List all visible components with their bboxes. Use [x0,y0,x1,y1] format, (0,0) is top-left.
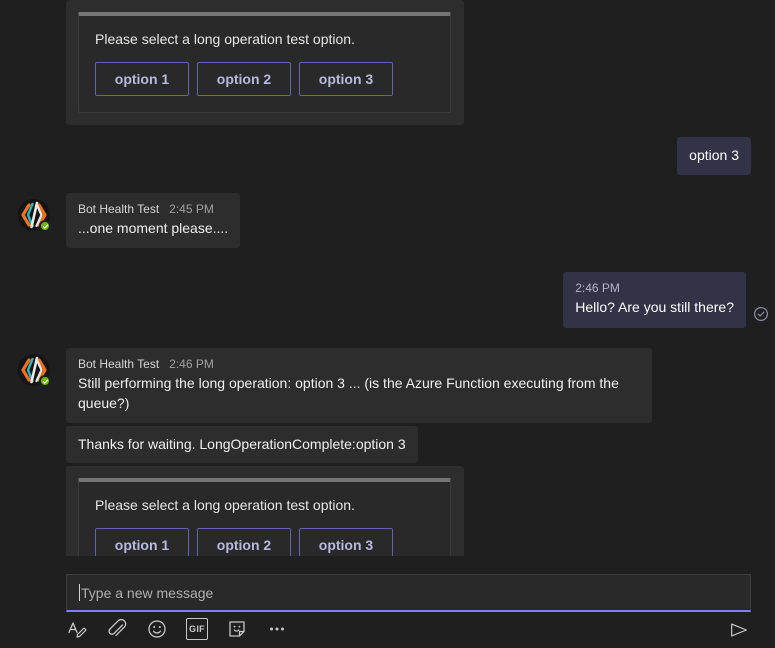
card-option-2-button[interactable]: option 2 [197,62,291,96]
composer-toolbar: GIF [66,618,288,640]
bubble-column: Bot Health Test 2:45 PM ...one moment ple… [66,193,241,248]
card-option-1-button[interactable]: option 1 [95,62,189,96]
message-text: Still performing the long operation: opt… [78,375,619,411]
message-row-card-1: Please select a long operation test opti… [0,0,775,125]
bot-message-bubble[interactable]: Bot Health Test 2:45 PM ...one moment ple… [66,193,241,248]
attach-icon[interactable] [106,618,128,640]
card-actions: option 1 option 2 option 3 [95,528,434,556]
card-option-2-button[interactable]: option 2 [197,528,291,556]
message-row-bot-long-operation: Bot Health Test 2:46 PM Still performing … [0,348,775,556]
user-message-bubble[interactable]: option 3 [677,137,751,175]
bot-message-bubble-followup[interactable]: Thanks for waiting. LongOperationComplet… [66,426,418,463]
teams-chat-window: Please select a long operation test opti… [0,0,775,648]
sender-name: Bot Health Test [78,357,160,371]
adaptive-card-bubble-1: Please select a long operation test opti… [66,0,464,125]
message-meta: Bot Health Test 2:45 PM [78,201,228,217]
gif-icon[interactable]: GIF [186,618,208,640]
card-prompt-text: Please select a long operation test opti… [95,497,355,513]
check-circle-icon [753,306,769,322]
message-timestamp: 2:46 PM [575,281,620,295]
bot-avatar-1 [18,199,51,232]
card-prompt-text: Please select a long operation test opti… [95,31,355,47]
text-caret [79,584,80,601]
presence-available-icon [39,375,51,387]
message-text: ...one moment please.... [78,220,229,236]
composer-input-container[interactable] [66,574,751,612]
card-option-3-button[interactable]: option 3 [299,62,393,96]
message-meta: Bot Health Test 2:46 PM [78,356,640,372]
presence-available-icon [39,220,51,232]
adaptive-card-2: Please select a long operation test opti… [78,478,451,556]
message-timestamp: 2:46 PM [169,357,214,371]
bot-message-bubble[interactable]: Bot Health Test 2:46 PM Still performing … [66,348,652,423]
message-list[interactable]: Please select a long operation test opti… [0,0,775,556]
message-text: Hello? Are you still there? [575,299,734,315]
emoji-icon[interactable] [146,618,168,640]
bubble-column: Please select a long operation test opti… [66,0,464,125]
send-button[interactable] [727,618,751,642]
more-options-icon[interactable] [266,618,288,640]
sticker-icon[interactable] [226,618,248,640]
message-timestamp: 2:45 PM [169,202,214,216]
format-icon[interactable] [66,618,88,640]
message-row-bot-one-moment: Bot Health Test 2:45 PM ...one moment ple… [0,193,775,248]
message-row-user-hello: 2:46 PM Hello? Are you still there? [0,272,775,328]
message-composer: GIF [0,556,775,648]
card-option-1-button[interactable]: option 1 [95,528,189,556]
adaptive-card-bubble-2: Please select a long operation test opti… [66,466,464,556]
sender-name: Bot Health Test [78,202,160,216]
bubble-column: Bot Health Test 2:46 PM Still performing … [66,348,652,556]
message-text: Thanks for waiting. LongOperationComplet… [78,436,406,452]
message-row-user-option3: option 3 [0,137,775,175]
bot-avatar-2 [18,354,51,387]
adaptive-card-1: Please select a long operation test opti… [78,12,451,113]
card-option-3-button[interactable]: option 3 [299,528,393,556]
message-meta: 2:46 PM [575,280,734,296]
user-message-bubble[interactable]: 2:46 PM Hello? Are you still there? [563,272,746,328]
card-actions: option 1 option 2 option 3 [95,62,434,96]
message-text: option 3 [689,147,739,163]
message-input[interactable] [81,575,738,610]
